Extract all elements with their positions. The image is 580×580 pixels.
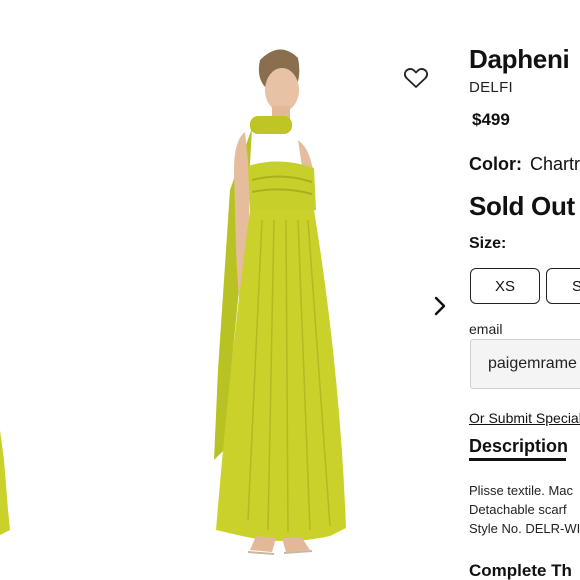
color-value: Chartr (530, 154, 580, 174)
chevron-right-icon[interactable] (430, 293, 450, 319)
email-field[interactable] (470, 339, 580, 389)
product-model-image (214, 49, 346, 555)
product-image-gallery: ‹ (0, 0, 462, 580)
brand-name[interactable]: DELFI (469, 79, 513, 96)
description-line: Detachable scarf (469, 502, 567, 517)
product-details-panel: Dapheni DELFI $499 Color: Chartr Sold Out… (469, 0, 580, 580)
product-title: Dapheni (469, 44, 570, 74)
color-row: Color: Chartr (469, 154, 580, 175)
heart-icon[interactable] (403, 66, 429, 90)
color-label: Color: (469, 154, 522, 174)
size-option-xs[interactable]: XS (470, 268, 540, 304)
chevron-left-icon[interactable]: ‹ (0, 300, 4, 314)
product-price: $499 (472, 110, 510, 129)
previous-image-thumbnail[interactable] (0, 430, 10, 535)
special-order-link[interactable]: Or Submit Special (469, 410, 580, 426)
size-option-s[interactable]: S (546, 268, 580, 304)
tab-active-indicator (469, 458, 566, 461)
description-line: Plisse textile. Mac (469, 483, 574, 498)
email-label: email (469, 321, 503, 337)
size-label: Size: (469, 235, 507, 252)
stock-status: Sold Out (469, 191, 575, 221)
complete-the-look-heading: Complete Th (469, 561, 572, 580)
description-line: Style No. DELR-WI (469, 521, 580, 536)
